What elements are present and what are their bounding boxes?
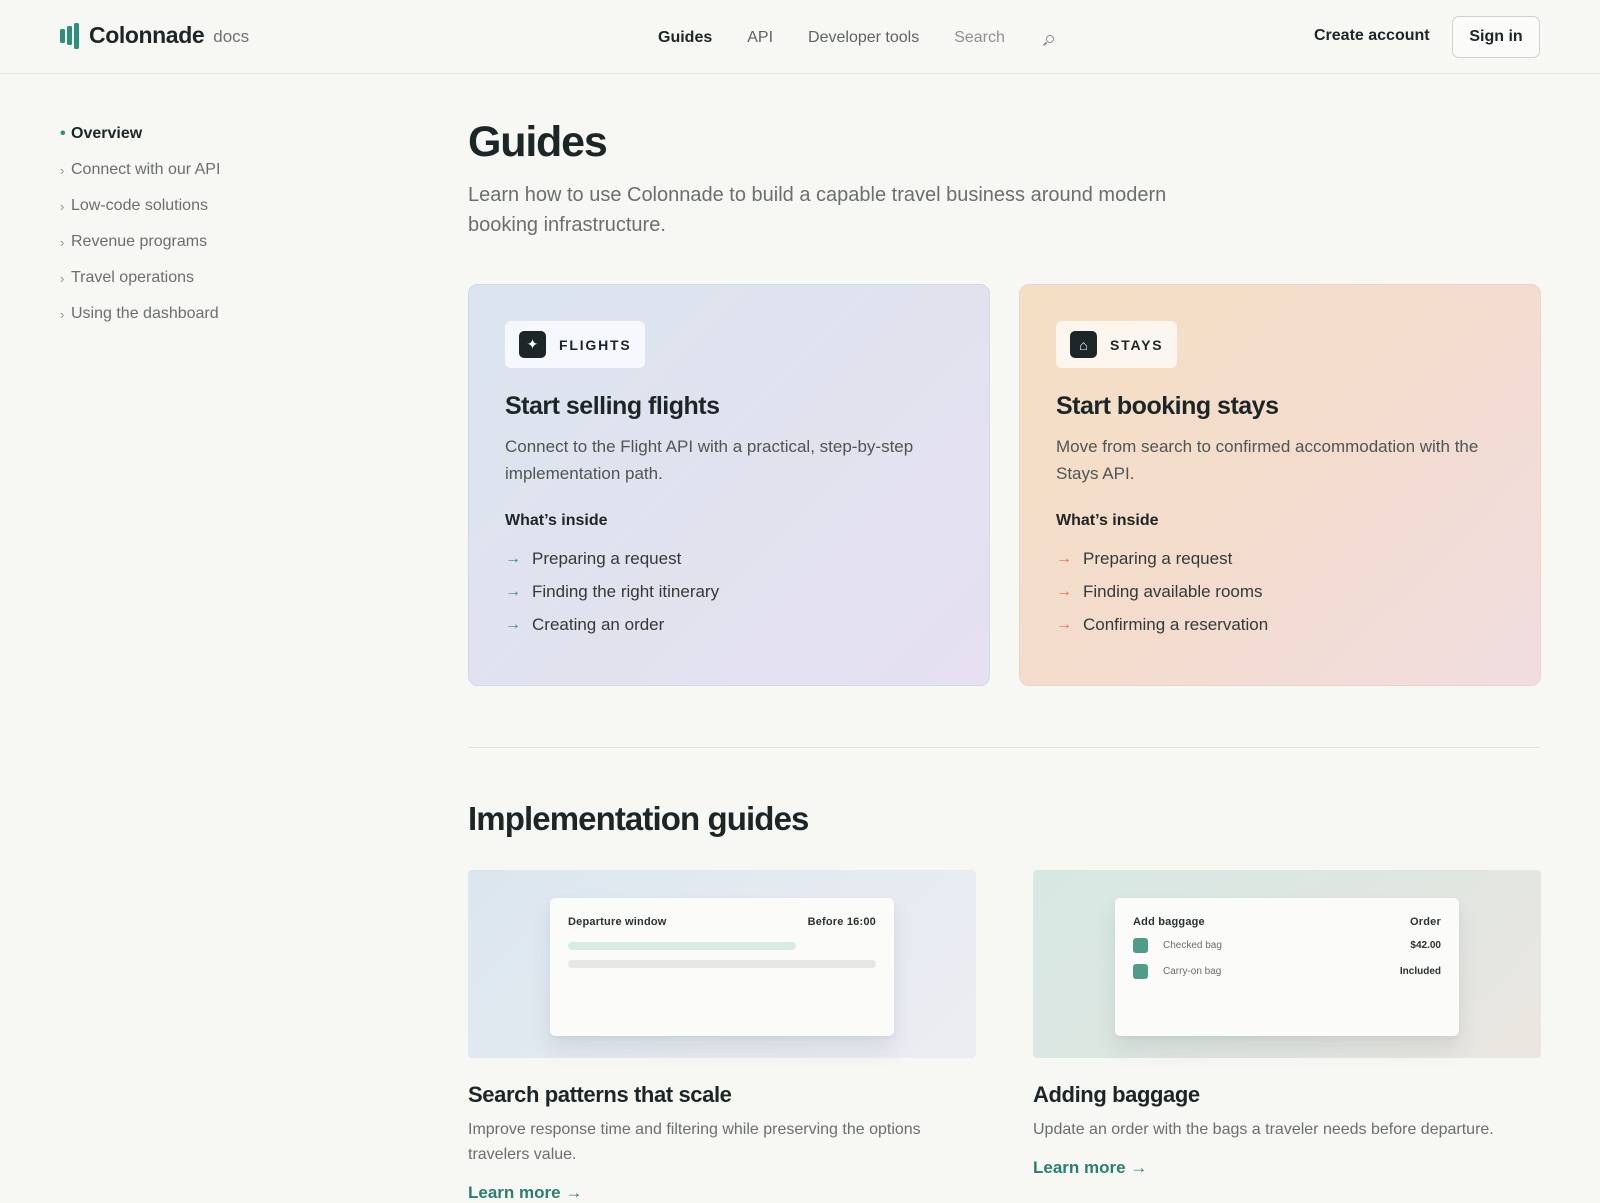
- list-item-label: Confirming a reservation: [1083, 614, 1269, 634]
- guide-thumbnail: Departure window Before 16:00: [468, 870, 976, 1058]
- flights-tag: ✦ FLIGHTS: [505, 321, 646, 368]
- sidebar-item-travel-ops[interactable]: › Travel operations: [60, 260, 220, 296]
- tag-label: FLIGHTS: [559, 336, 632, 353]
- list-item[interactable]: → Preparing a request: [505, 542, 953, 575]
- brand-name: Colonnade: [89, 22, 205, 48]
- whats-inside-heading: What’s inside: [1056, 512, 1159, 529]
- list-item-label: Finding available rooms: [1083, 581, 1263, 601]
- nav-developer-tools[interactable]: Developer tools: [808, 29, 919, 47]
- card-description: Move from search to confirmed accommodat…: [1056, 437, 1479, 483]
- sidebar-item-dashboard[interactable]: › Using the dashboard: [60, 296, 220, 332]
- mock-label: Departure window: [568, 916, 667, 928]
- sidebar-item-connect-api[interactable]: › Connect with our API: [60, 152, 220, 188]
- sidebar-item-revenue[interactable]: › Revenue programs: [60, 224, 220, 260]
- stays-card[interactable]: ⌂ STAYS Start booking stays Move from se…: [1019, 284, 1541, 686]
- sidebar-nav: • Overview › Connect with our API › Low-…: [60, 116, 220, 332]
- sparkle-icon: ✦: [519, 331, 546, 358]
- guide-thumbnail: Add baggage Order Checked bag $42.00 Car…: [1033, 870, 1541, 1058]
- chevron-right-icon: ›: [60, 270, 65, 286]
- range-bar: [568, 942, 796, 950]
- list-item[interactable]: → Finding the right itinerary: [505, 575, 953, 608]
- bullet-icon: •: [60, 125, 66, 142]
- guide-adding-baggage[interactable]: Add baggage Order Checked bag $42.00 Car…: [1033, 870, 1541, 1178]
- baggage-mock: Add baggage Order Checked bag $42.00 Car…: [1115, 898, 1459, 1036]
- brand-logo[interactable]: Colonnade docs: [60, 22, 249, 49]
- nav-api[interactable]: API: [747, 29, 773, 47]
- sidebar-item-label: Travel operations: [71, 269, 195, 286]
- create-account-link[interactable]: Create account: [1314, 27, 1430, 45]
- section-title: Implementation guides: [468, 800, 809, 837]
- nav-guides[interactable]: Guides: [658, 29, 712, 47]
- learn-more-link[interactable]: Learn more →: [468, 1183, 582, 1203]
- bag-name: Checked bag: [1163, 940, 1222, 951]
- mock-label: Add baggage: [1133, 916, 1205, 928]
- baggage-row: Carry-on bag Included: [1133, 963, 1441, 980]
- chevron-right-icon: ›: [60, 306, 65, 322]
- arrow-right-icon: →: [1056, 615, 1072, 633]
- track-bar: [568, 960, 876, 968]
- checkbox-icon: [1133, 938, 1148, 953]
- list-item-label: Finding the right itinerary: [532, 581, 720, 601]
- sidebar-item-label: Connect with our API: [71, 161, 221, 178]
- page-title: Guides: [468, 118, 608, 166]
- card-title: Start selling flights: [505, 392, 720, 420]
- sidebar-item-overview[interactable]: • Overview: [60, 116, 220, 152]
- sidebar-item-label: Revenue programs: [71, 233, 208, 250]
- guide-search-patterns[interactable]: Departure window Before 16:00 Search pat…: [468, 870, 976, 1203]
- search-trigger[interactable]: Search: [954, 29, 1089, 47]
- top-header: Colonnade docs Guides API Developer tool…: [0, 0, 1600, 74]
- sidebar-item-label: Low-code solutions: [71, 197, 208, 214]
- list-item[interactable]: → Finding available rooms: [1056, 575, 1504, 608]
- list-item-label: Preparing a request: [1083, 548, 1233, 568]
- search-label: Search: [954, 29, 1005, 46]
- search-icon: [1045, 34, 1054, 43]
- baggage-row: Checked bag $42.00: [1133, 937, 1441, 954]
- arrow-right-icon: →: [505, 615, 521, 633]
- section-divider: [468, 747, 1540, 748]
- mock-value: Order: [1410, 916, 1441, 928]
- list-item-label: Creating an order: [532, 614, 665, 634]
- tag-label: STAYS: [1110, 336, 1164, 353]
- checkbox-icon: [1133, 964, 1148, 979]
- top-nav: Guides API Developer tools Search: [658, 29, 1124, 47]
- page-lede: Learn how to use Colonnade to build a ca…: [468, 184, 1167, 236]
- guide-title: Search patterns that scale: [468, 1082, 732, 1107]
- list-item-label: Preparing a request: [532, 548, 682, 568]
- guide-description: Update an order with the bags a traveler…: [1033, 1121, 1494, 1138]
- house-icon: ⌂: [1070, 331, 1097, 358]
- guide-description: Improve response time and filtering whil…: [468, 1121, 921, 1163]
- sidebar-item-label: Overview: [71, 125, 143, 142]
- card-description: Connect to the Flight API with a practic…: [505, 437, 914, 483]
- arrow-right-icon: →: [505, 549, 521, 567]
- learn-more-link[interactable]: Learn more →: [1033, 1158, 1147, 1178]
- bag-value: $42.00: [1410, 940, 1441, 951]
- arrow-right-icon: →: [1056, 582, 1072, 600]
- card-list: → Preparing a request → Finding available …: [1056, 542, 1504, 641]
- chevron-right-icon: ›: [60, 198, 65, 214]
- stays-tag: ⌂ STAYS: [1056, 321, 1178, 368]
- chevron-right-icon: ›: [60, 162, 65, 178]
- card-list: → Preparing a request → Finding the right …: [505, 542, 953, 641]
- card-title: Start booking stays: [1056, 392, 1279, 420]
- sign-in-button[interactable]: Sign in: [1452, 16, 1540, 58]
- departure-window-mock: Departure window Before 16:00: [550, 898, 894, 1036]
- list-item[interactable]: → Confirming a reservation: [1056, 608, 1504, 641]
- sidebar-item-low-code[interactable]: › Low-code solutions: [60, 188, 220, 224]
- whats-inside-heading: What’s inside: [505, 512, 608, 529]
- list-item[interactable]: → Preparing a request: [1056, 542, 1504, 575]
- bag-name: Carry-on bag: [1163, 966, 1222, 977]
- brand-suffix: docs: [213, 27, 250, 46]
- chevron-right-icon: ›: [60, 234, 65, 250]
- arrow-right-icon: →: [505, 582, 521, 600]
- list-item[interactable]: → Creating an order: [505, 608, 953, 641]
- bag-value: Included: [1399, 966, 1441, 977]
- mock-value: Before 16:00: [807, 916, 876, 928]
- flights-card[interactable]: ✦ FLIGHTS Start selling flights Connect …: [468, 284, 990, 686]
- guide-title: Adding baggage: [1033, 1082, 1200, 1107]
- bars-logo-icon: [60, 22, 79, 49]
- arrow-right-icon: →: [1056, 549, 1072, 567]
- sidebar-item-label: Using the dashboard: [71, 305, 219, 322]
